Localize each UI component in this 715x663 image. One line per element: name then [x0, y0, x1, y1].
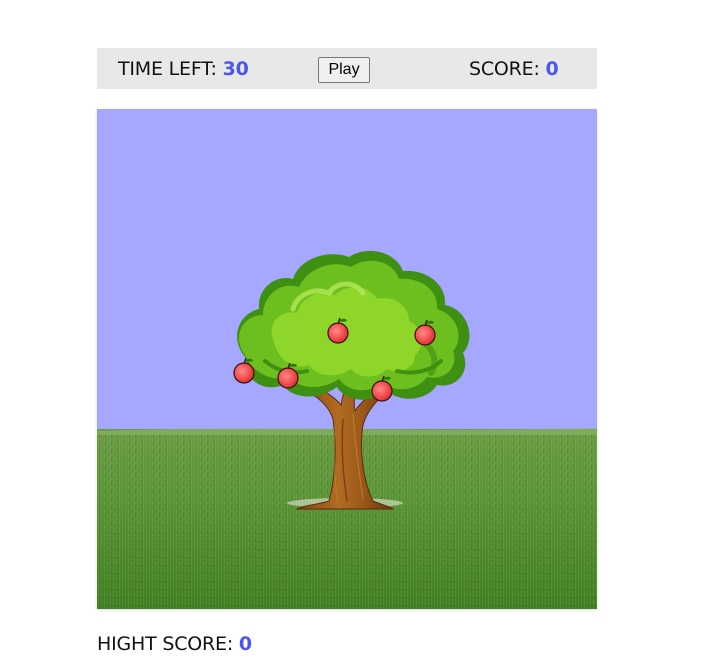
- score-label: SCORE:: [469, 58, 540, 80]
- high-score-label: HIGHT SCORE:: [97, 633, 234, 655]
- high-score-value: 0: [238, 633, 252, 655]
- time-left-label: TIME LEFT:: [118, 58, 217, 80]
- time-left-display: TIME LEFT: 30: [118, 58, 249, 80]
- time-left-value: 30: [222, 58, 249, 80]
- game-stage[interactable]: [97, 109, 597, 609]
- game-hud: TIME LEFT: 30 Play SCORE: 0: [97, 48, 597, 89]
- game-scene: [97, 109, 597, 609]
- high-score-display: HIGHT SCORE: 0: [97, 633, 252, 655]
- score-value: 0: [545, 58, 559, 80]
- score-display: SCORE: 0: [469, 58, 559, 80]
- play-button[interactable]: Play: [318, 57, 370, 83]
